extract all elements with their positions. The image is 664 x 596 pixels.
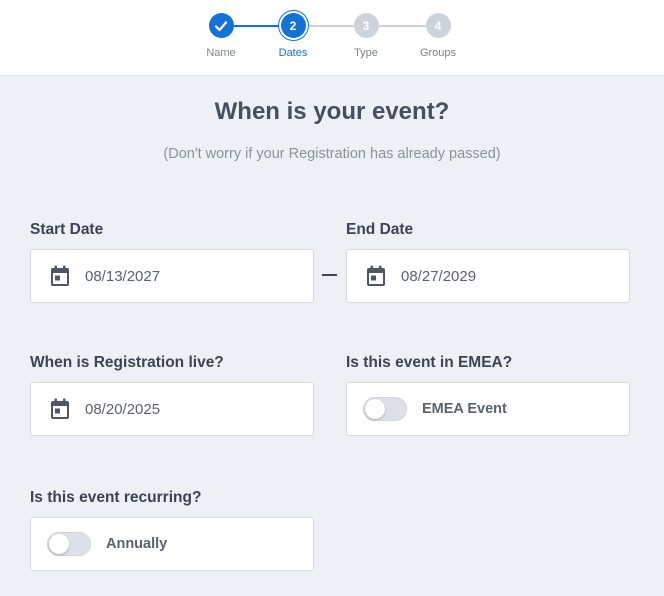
step-label: Name — [206, 47, 236, 59]
step-label: Groups — [419, 47, 457, 59]
recurring-label: Is this event recurring? — [30, 489, 202, 506]
start-date-label: Start Date — [30, 221, 104, 238]
recurring-toggle[interactable] — [47, 532, 91, 556]
step-dates[interactable]: 2 Dates — [263, 13, 323, 59]
registration-date-field[interactable]: 08/20/2025 — [30, 382, 314, 436]
emea-toggle-field: EMEA Event — [346, 382, 630, 436]
step-label: Type — [354, 47, 378, 59]
end-date-value: 08/27/2029 — [401, 267, 477, 285]
checkmark-icon — [214, 20, 228, 31]
recurring-toggle-label: Annually — [106, 536, 168, 552]
step-label: Dates — [278, 47, 308, 59]
emea-label: Is this event in EMEA? — [346, 354, 513, 371]
toggle-knob — [365, 399, 385, 419]
step-number: 3 — [353, 13, 379, 38]
page-subtitle: (Don't worry if your Registration has al… — [163, 146, 501, 162]
calendar-icon — [367, 265, 385, 286]
emea-toggle-label: EMEA Event — [422, 401, 507, 417]
end-date-label: End Date — [346, 221, 414, 238]
step-number: 2 — [280, 13, 306, 38]
step-done-indicator — [208, 13, 234, 38]
registration-live-label: When is Registration live? — [30, 354, 224, 371]
step-type[interactable]: 3 Type — [336, 13, 396, 59]
page-title: When is your event? — [214, 98, 450, 125]
calendar-icon — [51, 265, 69, 286]
toggle-knob — [49, 534, 69, 554]
step-groups[interactable]: 4 Groups — [408, 13, 468, 59]
step-number: 4 — [425, 13, 451, 38]
wizard-stepper: Name 2 Dates 3 Type 4 Groups — [0, 0, 664, 76]
start-date-field[interactable]: 08/13/2027 — [30, 249, 314, 303]
step-name[interactable]: Name — [191, 13, 251, 59]
date-range-separator — [322, 274, 337, 276]
recurring-toggle-field: Annually — [30, 517, 314, 571]
end-date-field[interactable]: 08/27/2029 — [346, 249, 630, 303]
registration-date-value: 08/20/2025 — [85, 400, 161, 418]
emea-toggle[interactable] — [363, 397, 407, 421]
calendar-icon — [51, 398, 69, 419]
start-date-value: 08/13/2027 — [85, 267, 161, 285]
